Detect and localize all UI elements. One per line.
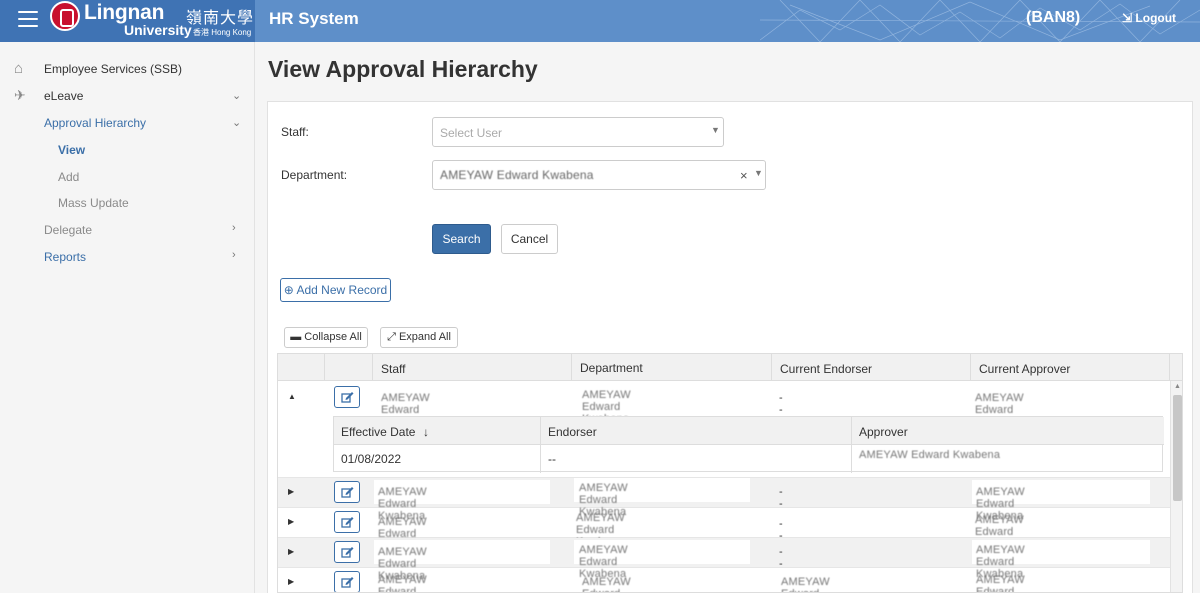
logo-name-cn: 嶺南大學 <box>186 8 255 27</box>
detail-header-effective-date[interactable]: Effective Date ↓ <box>334 417 541 445</box>
add-new-record-label: Add New Record <box>296 283 388 297</box>
sidebar-item-label: View <box>58 143 86 157</box>
edit-column-header <box>325 354 373 381</box>
detail-table: Effective Date ↓ Endorser Approver 01/08/… <box>333 416 1164 473</box>
expander-column-header <box>278 354 325 381</box>
cancel-button[interactable]: Cancel <box>501 224 558 254</box>
dropdown-arrow-icon: ▼ <box>754 168 763 178</box>
paper-plane-icon: ✈ <box>14 87 26 103</box>
edit-record-button[interactable] <box>334 511 360 533</box>
menu-toggle-icon[interactable] <box>18 11 38 29</box>
sidebar-item-label: Delegate <box>44 223 93 237</box>
table-row[interactable]: ▶ AMEYAW Edward Kwabena AMEYAW Edward Kw… <box>278 508 1170 552</box>
sidebar-item-add[interactable]: Add <box>0 167 255 189</box>
edit-record-button[interactable] <box>334 386 360 408</box>
edit-icon <box>341 517 354 528</box>
chevron-right-icon: › <box>232 249 236 261</box>
staff-placeholder: Select User <box>440 126 503 140</box>
expand-row-icon[interactable]: ▶ <box>288 487 294 496</box>
column-header-department[interactable]: Department <box>572 354 772 381</box>
logout-label: Logout <box>1135 11 1177 25</box>
sidebar-item-reports[interactable]: Reports › <box>0 247 255 269</box>
table-row[interactable]: ▲ AMEYAW Edward Kwabena AMEYAW Edward Kw… <box>278 382 1170 478</box>
edit-record-button[interactable] <box>334 571 360 592</box>
minus-square-icon: ▬ <box>290 331 302 343</box>
expand-row-icon[interactable]: ▶ <box>288 517 294 526</box>
sidebar-item-label: Add <box>58 170 80 184</box>
expand-all-label: Expand All <box>398 331 451 343</box>
collapse-all-button[interactable]: ▬ Collapse All <box>284 327 368 348</box>
column-header-staff[interactable]: Staff <box>373 354 572 381</box>
detail-approver-cell: AMEYAW Edward Kwabena <box>859 449 1001 461</box>
staff-select[interactable]: Select User ▼ <box>432 117 724 147</box>
search-button[interactable]: Search <box>432 224 491 254</box>
add-new-record-button[interactable]: ⊕ Add New Record <box>280 278 391 302</box>
edit-record-button[interactable] <box>334 481 360 503</box>
chevron-down-icon: ⌄ <box>232 117 242 129</box>
sidebar-item-view[interactable]: View <box>0 140 255 162</box>
sidebar-item-label: Employee Services (SSB) <box>44 62 183 76</box>
sidebar-item-delegate[interactable]: Delegate › <box>0 220 255 242</box>
sidebar-item-eleave[interactable]: ✈ eLeave ⌄ <box>0 86 255 108</box>
expand-all-button[interactable]: ⤢ Expand All <box>380 327 458 348</box>
table-row[interactable]: ▶ AMEYAW Edward Kwabena AMEYAW Edward Kw… <box>278 568 1170 592</box>
chevron-right-icon: › <box>232 222 236 234</box>
edit-icon <box>341 547 354 558</box>
edit-icon <box>341 392 354 403</box>
collapse-all-label: Collapse All <box>304 331 362 343</box>
table-row[interactable]: ▶ AMEYAW Edward Kwabena AMEYAW Edward Kw… <box>278 538 1170 582</box>
scroll-up-icon[interactable]: ▲ <box>1174 383 1181 390</box>
user-code: (BAN8) <box>1026 9 1081 26</box>
logout-icon: ⇲ <box>1122 11 1133 25</box>
column-header-current-endorser[interactable]: Current Endorser <box>772 354 971 381</box>
app-title: HR System <box>269 9 359 28</box>
staff-label: Staff: <box>281 125 309 139</box>
sort-down-icon: ↓ <box>423 425 429 439</box>
edit-record-button[interactable] <box>334 541 360 563</box>
sidebar-item-mass-update[interactable]: Mass Update <box>0 193 255 215</box>
university-seal-icon <box>50 1 80 31</box>
top-header: Lingnan 嶺南大學 University 香港 Hong Kong HR … <box>0 0 1200 42</box>
sidebar-item-approval-hierarchy[interactable]: Approval Hierarchy ⌄ <box>0 113 255 135</box>
table-row[interactable]: ▶ AMEYAW Edward Kwabena AMEYAW Edward Kw… <box>278 478 1170 522</box>
sidebar-item-label: Reports <box>44 250 87 264</box>
sidebar-item-employee-services[interactable]: ⌂ Employee Services (SSB) <box>0 59 255 81</box>
detail-header: Effective Date ↓ Endorser Approver <box>334 417 1164 445</box>
logout-link[interactable]: ⇲ Logout <box>1122 11 1176 25</box>
column-header-current-approver[interactable]: Current Approver <box>971 354 1170 381</box>
plus-circle-icon: ⊕ <box>283 283 294 297</box>
sidebar-item-label: Mass Update <box>58 196 129 210</box>
scrollbar-thumb[interactable] <box>1173 395 1182 501</box>
department-select[interactable]: AMEYAW Edward Kwabena × ▼ <box>432 160 766 190</box>
detail-effective-date-cell: 01/08/2022 <box>334 445 541 473</box>
sidebar-item-label: Approval Hierarchy <box>44 116 147 130</box>
logo-hong-kong: 香港 Hong Kong <box>193 28 252 37</box>
detail-header-endorser[interactable]: Endorser <box>541 417 852 445</box>
dropdown-arrow-icon: ▼ <box>711 125 720 135</box>
chevron-down-icon: ⌄ <box>232 90 242 102</box>
detail-header-approver[interactable]: Approver <box>852 417 1164 445</box>
department-label: Department: <box>281 168 348 182</box>
clear-icon[interactable]: × <box>740 168 748 183</box>
detail-endorser-cell: -- <box>541 445 852 473</box>
grid-header: Staff Department Current Endorser Curren… <box>278 354 1182 381</box>
department-value: AMEYAW Edward Kwabena <box>440 168 594 182</box>
page-title: View Approval Hierarchy <box>268 56 538 82</box>
sidebar-item-label: eLeave <box>44 89 84 103</box>
logo-university: University <box>124 22 192 38</box>
edit-icon <box>341 577 354 588</box>
grid-scrollbar[interactable]: ▲ <box>1170 381 1182 592</box>
expand-row-icon[interactable]: ▶ <box>288 577 294 586</box>
edit-icon <box>341 487 354 498</box>
expand-icon: ⤢ <box>387 331 396 343</box>
home-icon: ⌂ <box>14 60 24 77</box>
expand-row-icon[interactable]: ▶ <box>288 547 294 556</box>
approval-grid: Staff Department Current Endorser Curren… <box>277 353 1183 593</box>
sidebar: ⌂ Employee Services (SSB) ✈ eLeave ⌄ App… <box>0 42 255 593</box>
collapse-row-icon[interactable]: ▲ <box>288 392 296 401</box>
